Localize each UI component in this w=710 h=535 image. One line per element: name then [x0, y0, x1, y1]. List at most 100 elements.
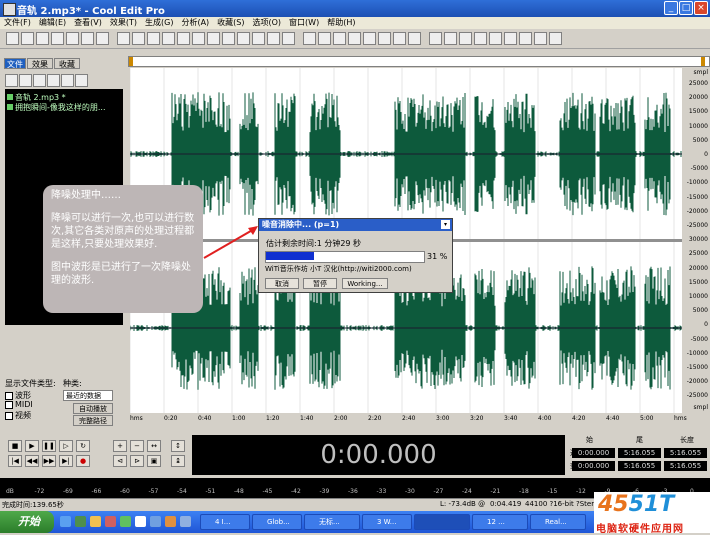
insert-icon[interactable]	[47, 74, 60, 87]
list-item[interactable]: 拥抱瞬间-像我这样的朋...	[7, 102, 106, 113]
minimize-button[interactable]: _	[664, 1, 678, 15]
audio-icon[interactable]	[165, 516, 176, 527]
sel-end[interactable]: 5:16.055	[618, 448, 661, 458]
taskbar-item[interactable]: Glob...	[252, 514, 302, 530]
menu-file[interactable]: 文件(F)	[0, 17, 35, 29]
toolbar-button[interactable]	[21, 32, 34, 45]
start-button[interactable]: 开始	[0, 511, 54, 533]
menu-edit[interactable]: 编辑(E)	[35, 17, 70, 29]
toolbar-button[interactable]	[207, 32, 220, 45]
toolbar-button[interactable]	[303, 32, 316, 45]
maximize-button[interactable]: □	[679, 1, 693, 15]
desktop-icon[interactable]	[75, 516, 86, 527]
toolbar-button[interactable]	[504, 32, 517, 45]
autoplay-button[interactable]: 自动播放	[73, 403, 113, 414]
toolbar-button[interactable]	[192, 32, 205, 45]
close-button[interactable]: ×	[694, 1, 708, 15]
toolbar-button[interactable]	[408, 32, 421, 45]
kind-select[interactable]: 最近的数据	[63, 390, 113, 401]
menu-analyze[interactable]: 分析(A)	[177, 17, 213, 29]
media-icon[interactable]	[105, 516, 116, 527]
rewind-button[interactable]: ◀◀	[25, 455, 39, 467]
go-end-button[interactable]: ▶|	[59, 455, 73, 467]
toolbar-button[interactable]	[333, 32, 346, 45]
tab-favorites[interactable]: 收藏	[54, 58, 80, 69]
menu-options[interactable]: 选项(O)	[249, 17, 286, 29]
toolbar-button[interactable]	[267, 32, 280, 45]
menu-help[interactable]: 帮助(H)	[323, 17, 359, 29]
type-video[interactable]: 视频	[5, 410, 31, 421]
pause-button[interactable]: 暂停	[303, 278, 337, 289]
toolbar-button[interactable]	[363, 32, 376, 45]
toolbar-button[interactable]	[519, 32, 532, 45]
new-file-icon[interactable]	[33, 74, 46, 87]
view-length[interactable]: 5:16.055	[664, 461, 707, 471]
zoom-vertical-out-icon[interactable]: ↨	[171, 455, 185, 467]
edit-icon[interactable]	[61, 74, 74, 87]
toolbar-button[interactable]	[393, 32, 406, 45]
toolbar-button[interactable]	[162, 32, 175, 45]
chat-icon[interactable]	[120, 516, 131, 527]
overview-bar[interactable]	[128, 56, 710, 67]
taskbar-item[interactable]: Real...	[530, 514, 586, 530]
view-begin[interactable]: 0:00.000	[572, 461, 615, 471]
toolbar-button[interactable]	[459, 32, 472, 45]
toolbar-button[interactable]	[252, 32, 265, 45]
toolbar-button[interactable]	[237, 32, 250, 45]
toolbar-button[interactable]	[96, 32, 109, 45]
toolbar-button[interactable]	[318, 32, 331, 45]
zoom-in-icon[interactable]: +	[113, 440, 127, 452]
toolbar-button[interactable]	[474, 32, 487, 45]
dialog-close-icon[interactable]: ▾	[441, 220, 450, 229]
menu-favorites[interactable]: 收藏(S)	[213, 17, 248, 29]
checkbox-icon[interactable]	[5, 391, 13, 400]
toolbar-button[interactable]	[549, 32, 562, 45]
sel-length[interactable]: 5:16.055	[664, 448, 707, 458]
menu-view[interactable]: 查看(V)	[70, 17, 106, 29]
overview-start-marker[interactable]	[129, 57, 133, 66]
toolbar-button[interactable]	[489, 32, 502, 45]
toolbar-button[interactable]	[66, 32, 79, 45]
toolbar-button[interactable]	[51, 32, 64, 45]
menu-effects[interactable]: 效果(T)	[106, 17, 141, 29]
menu-window[interactable]: 窗口(W)	[285, 17, 323, 29]
doc-icon[interactable]	[135, 516, 146, 527]
forward-button[interactable]: ▶▶	[42, 455, 56, 467]
toolbar-button[interactable]	[534, 32, 547, 45]
open-file-icon[interactable]	[5, 74, 18, 87]
toolbar-button[interactable]	[378, 32, 391, 45]
toolbar-button[interactable]	[444, 32, 457, 45]
mail-icon[interactable]	[180, 516, 191, 527]
cancel-button[interactable]: 取消	[265, 278, 299, 289]
zoom-left-icon[interactable]: ⊲	[113, 455, 127, 467]
folder-icon[interactable]	[90, 516, 101, 527]
zoom-right-icon[interactable]: ⊳	[130, 455, 144, 467]
taskbar-item[interactable]: 3 W...	[362, 514, 412, 530]
play-to-end-button[interactable]: ▷	[59, 440, 73, 452]
zoom-full-icon[interactable]: ↔	[147, 440, 161, 452]
checkbox-icon[interactable]	[5, 411, 13, 420]
toolbar-button[interactable]	[117, 32, 130, 45]
zoom-selection-icon[interactable]: ▣	[147, 455, 161, 467]
full-path-button[interactable]: 完整路径	[73, 415, 113, 426]
toolbar-button[interactable]	[147, 32, 160, 45]
taskbar-item[interactable]: 4 I...	[200, 514, 250, 530]
go-start-button[interactable]: |◀	[8, 455, 22, 467]
toolbar-button[interactable]	[81, 32, 94, 45]
checkbox-icon[interactable]	[5, 400, 13, 409]
play-file-icon[interactable]	[75, 74, 88, 87]
pause-button-transport[interactable]: ❚❚	[42, 440, 56, 452]
ie-icon[interactable]	[60, 516, 71, 527]
tab-effects[interactable]: 效果	[27, 58, 53, 69]
toolbar-button[interactable]	[282, 32, 295, 45]
toolbar-button[interactable]	[177, 32, 190, 45]
play-button[interactable]: ▶	[25, 440, 39, 452]
record-button[interactable]: ●	[76, 455, 90, 467]
toolbar-button[interactable]	[132, 32, 145, 45]
toolbar-button[interactable]	[348, 32, 361, 45]
type-midi[interactable]: MIDI	[5, 400, 33, 409]
taskbar-item[interactable]: 12 ...	[472, 514, 528, 530]
menu-generate[interactable]: 生成(G)	[141, 17, 177, 29]
stop-button[interactable]: ■	[8, 440, 22, 452]
toolbar-button[interactable]	[222, 32, 235, 45]
